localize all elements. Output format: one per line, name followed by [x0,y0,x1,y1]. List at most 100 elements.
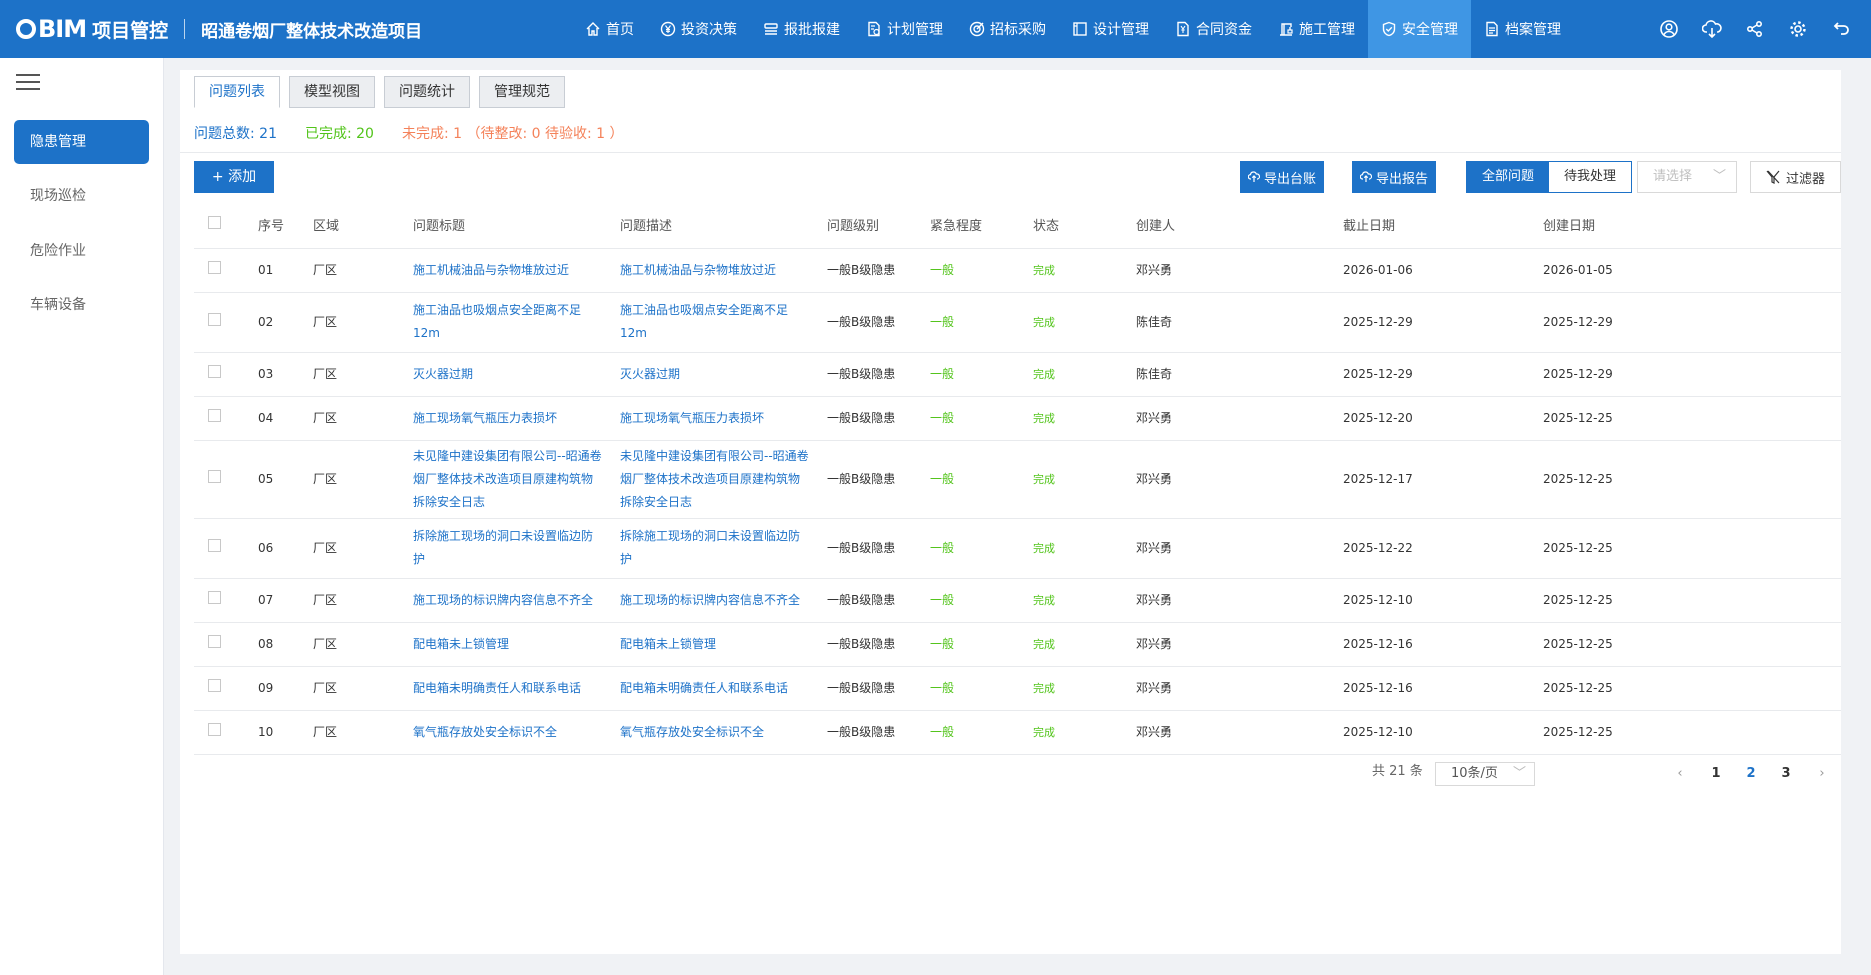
nav-item-1[interactable]: 首页 [572,0,647,58]
table-row[interactable]: 01 厂区 施工机械油品与杂物堆放过近 施工机械油品与杂物堆放过近 一般B级隐患 一般 完成… [194,248,1841,293]
cell-title-link[interactable]: 配电箱未上锁管理 [413,622,620,667]
nav-item-7[interactable]: 合同资金 [1162,0,1265,58]
sidebar-item-hazard[interactable]: 隐患管理 [14,120,149,164]
cell-title-link[interactable]: 未见隆中建设集团有限公司--昭通卷烟厂整体技术改造项目原建构筑物拆除安全日志 [413,440,620,519]
next-page-icon[interactable]: › [1810,762,1834,786]
cell-desc-link[interactable]: 配电箱未明确责任人和联系电话 [620,666,827,711]
cell-no: 10 [258,710,313,755]
row-checkbox[interactable] [208,364,221,378]
cell-desc-link[interactable]: 灭火器过期 [620,352,827,397]
cell-desc-link[interactable]: 未见隆中建设集团有限公司--昭通卷烟厂整体技术改造项目原建构筑物拆除安全日志 [620,440,827,519]
cell-title-link[interactable]: 氧气瓶存放处安全标识不全 [413,710,620,755]
col-header-created: 创建日期 [1543,202,1841,249]
cell-desc-link[interactable]: 配电箱未上锁管理 [620,622,827,667]
cell-title-link[interactable]: 配电箱未明确责任人和联系电话 [413,666,620,711]
nav-item-6[interactable]: 设计管理 [1059,0,1162,58]
row-checkbox[interactable] [208,634,221,648]
checkbox-cell [194,710,258,755]
page-2[interactable]: 2 [1739,762,1763,786]
tab-issue-list[interactable]: 问题列表 [194,76,280,108]
cell-desc-link[interactable]: 施工油品也吸烟点安全距离不足12m [620,292,827,353]
cell-level: 一般B级隐患 [827,292,930,353]
cell-no: 06 [258,518,313,579]
cell-title-link[interactable]: 施工现场的标识牌内容信息不齐全 [413,578,620,623]
cell-desc-link[interactable]: 施工现场氧气瓶压力表损坏 [620,396,827,441]
select-all-checkbox[interactable] [208,216,221,230]
cell-title-link[interactable]: 灭火器过期 [413,352,620,397]
checkbox-cell [194,622,258,667]
checkbox-cell [194,248,258,293]
filter-select[interactable]: 请选择 ﹀ [1637,161,1737,193]
share-icon[interactable] [1745,19,1765,39]
export-ledger-button[interactable]: 导出台账 [1240,161,1324,193]
table-row[interactable]: 04 厂区 施工现场氧气瓶压力表损坏 施工现场氧气瓶压力表损坏 一般B级隐患 一般 完成 邓兴… [194,396,1841,441]
shield-check-icon [1381,21,1397,37]
cell-creator: 邓兴勇 [1136,578,1343,623]
gear-icon[interactable] [1788,19,1808,39]
table-row[interactable]: 07 厂区 施工现场的标识牌内容信息不齐全 施工现场的标识牌内容信息不齐全 一般B级隐患… [194,578,1841,623]
nav-item-4[interactable]: 计划管理 [853,0,956,58]
cell-title-link[interactable]: 施工机械油品与杂物堆放过近 [413,248,620,293]
row-checkbox[interactable] [208,678,221,692]
table-row[interactable]: 10 厂区 氧气瓶存放处安全标识不全 氧气瓶存放处安全标识不全 一般B级隐患 一般 完成 邓兴… [194,710,1841,755]
cell-created: 2025-12-25 [1543,710,1841,755]
table-row[interactable]: 02 厂区 施工油品也吸烟点安全距离不足12m 施工油品也吸烟点安全距离不足12m 一般… [194,292,1841,353]
page-3[interactable]: 3 [1774,762,1798,786]
table-row[interactable]: 03 厂区 灭火器过期 灭火器过期 一般B级隐患 一般 完成 陈佳奇 2025-12-29 202… [194,352,1841,397]
cell-title-link[interactable]: 拆除施工现场的洞口未设置临边防护 [413,518,620,579]
row-checkbox[interactable] [208,469,221,483]
cell-desc-link[interactable]: 氧气瓶存放处安全标识不全 [620,710,827,755]
nav-item-9[interactable]: 安全管理 [1368,0,1471,58]
cell-title-link[interactable]: 施工现场氧气瓶压力表损坏 [413,396,620,441]
table-row[interactable]: 08 厂区 配电箱未上锁管理 配电箱未上锁管理 一般B级隐患 一般 完成 邓兴勇 2025-12… [194,622,1841,667]
nav-item-label: 档案管理 [1505,22,1561,38]
cell-status: 完成 [1033,710,1136,755]
cell-created: 2025-12-25 [1543,666,1841,711]
row-checkbox[interactable] [208,408,221,422]
nav-item-8[interactable]: 施工管理 [1265,0,1368,58]
prev-page-icon[interactable]: ‹ [1668,762,1692,786]
cell-desc-link[interactable]: 拆除施工现场的洞口未设置临边防护 [620,518,827,579]
row-checkbox[interactable] [208,260,221,274]
page-size-select[interactable]: 10条/页 ﹀ [1435,762,1535,786]
tab-issue-stats[interactable]: 问题统计 [384,76,470,108]
cell-area: 厂区 [313,710,413,755]
nav-item-5[interactable]: 招标采购 [956,0,1059,58]
menu-toggle-icon[interactable] [16,74,40,94]
cell-due: 2025-12-29 [1343,292,1543,353]
cloud-download-icon[interactable] [1702,19,1722,39]
row-checkbox[interactable] [208,590,221,604]
pending-button[interactable]: 待我处理 [1549,162,1632,192]
sidebar-item-vehicle[interactable]: 车辆设备 [14,283,149,327]
filter-button[interactable]: 过滤器 [1750,161,1841,193]
nav-item-10[interactable]: 档案管理 [1471,0,1574,58]
cell-desc-link[interactable]: 施工机械油品与杂物堆放过近 [620,248,827,293]
cell-title-link[interactable]: 施工油品也吸烟点安全距离不足12m [413,292,620,353]
add-button[interactable]: + 添加 [194,161,274,193]
row-checkbox[interactable] [208,538,221,552]
tab-standards[interactable]: 管理规范 [479,76,565,108]
table-row[interactable]: 09 厂区 配电箱未明确责任人和联系电话 配电箱未明确责任人和联系电话 一般B级隐患 一般… [194,666,1841,711]
logout-icon[interactable] [1831,19,1851,39]
sidebar-item-inspection[interactable]: 现场巡检 [14,174,149,218]
cell-status: 完成 [1033,622,1136,667]
table-row[interactable]: 05 厂区 未见隆中建设集团有限公司--昭通卷烟厂整体技术改造项目原建构筑物拆除安全… [194,440,1841,519]
project-name: 昭通卷烟厂整体技术改造项目 [201,21,423,42]
all-issues-button[interactable]: 全部问题 [1467,162,1550,192]
tab-bar: 问题列表 模型视图 问题统计 管理规范 [194,76,574,108]
page-1[interactable]: 1 [1704,762,1728,786]
checkbox-cell [194,518,258,579]
sidebar-item-dangerous-work[interactable]: 危险作业 [14,229,149,273]
chevron-down-icon: ﹀ [1512,766,1526,781]
tab-model-view[interactable]: 模型视图 [289,76,375,108]
table-row[interactable]: 06 厂区 拆除施工现场的洞口未设置临边防护 拆除施工现场的洞口未设置临边防护 一般B级… [194,518,1841,579]
nav-item-2[interactable]: 投资决策 [647,0,750,58]
export-report-button[interactable]: 导出报告 [1352,161,1436,193]
cell-desc-link[interactable]: 施工现场的标识牌内容信息不齐全 [620,578,827,623]
row-checkbox[interactable] [208,722,221,736]
row-checkbox[interactable] [208,312,221,326]
brand[interactable]: BIM 项目管控 昭通卷烟厂整体技术改造项目 [0,0,422,58]
user-icon[interactable] [1659,19,1679,39]
cell-level: 一般B级隐患 [827,518,930,579]
nav-item-3[interactable]: 报批报建 [750,0,853,58]
